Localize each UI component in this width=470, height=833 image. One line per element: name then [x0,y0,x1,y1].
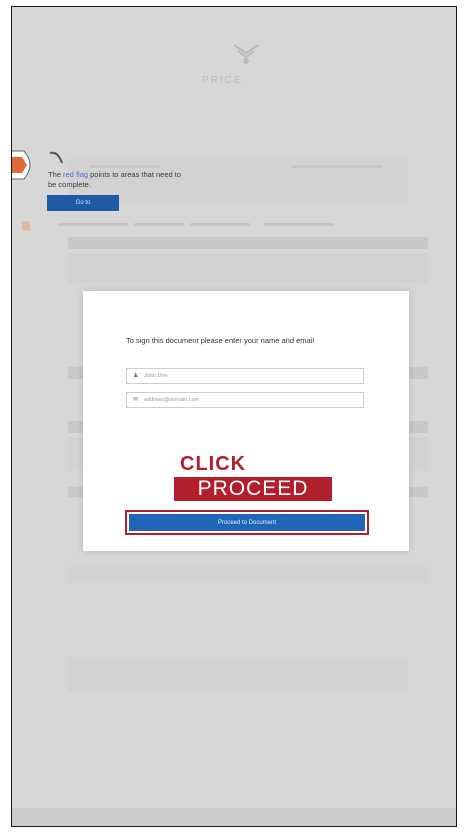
annotation-click: CLICK [180,453,247,475]
name-field[interactable]: ♟ [126,368,364,384]
text-line [292,165,382,168]
text-line [264,223,334,226]
email-input[interactable] [144,395,354,405]
guide-flag-icon [12,150,31,180]
email-field[interactable]: ✉ [126,392,364,408]
mail-icon: ✉ [133,397,139,403]
table-row [68,253,428,283]
footer-block [68,657,408,691]
annotation-highlight-box: Proceed to Document [125,510,369,535]
browser-viewport: PRICE The red flag points to areas that … [11,6,457,827]
text-line [90,165,160,168]
sign-dialog: To sign this document please enter your … [83,291,409,551]
annotation-proceed: PROCEED [174,477,332,501]
table-header [68,237,428,249]
text-line [190,223,250,226]
guide-tip-text: The red flag points to areas that need t… [48,170,182,189]
text-line [58,223,128,226]
brand-name: PRICE [202,75,243,86]
page-footer [12,808,456,826]
red-flag-link: red flag [63,170,89,179]
go-to-button[interactable]: Go to [47,195,119,211]
proceed-to-document-button[interactable]: Proceed to Document [129,514,365,531]
name-input[interactable] [144,371,354,381]
company-logo-icon [233,44,259,64]
user-icon: ♟ [133,373,139,379]
text-line [134,223,184,226]
signature-row [68,567,428,583]
dialog-prompt: To sign this document please enter your … [126,336,315,345]
flag-marker-icon [22,221,30,231]
arrow-curve-icon [49,151,63,164]
